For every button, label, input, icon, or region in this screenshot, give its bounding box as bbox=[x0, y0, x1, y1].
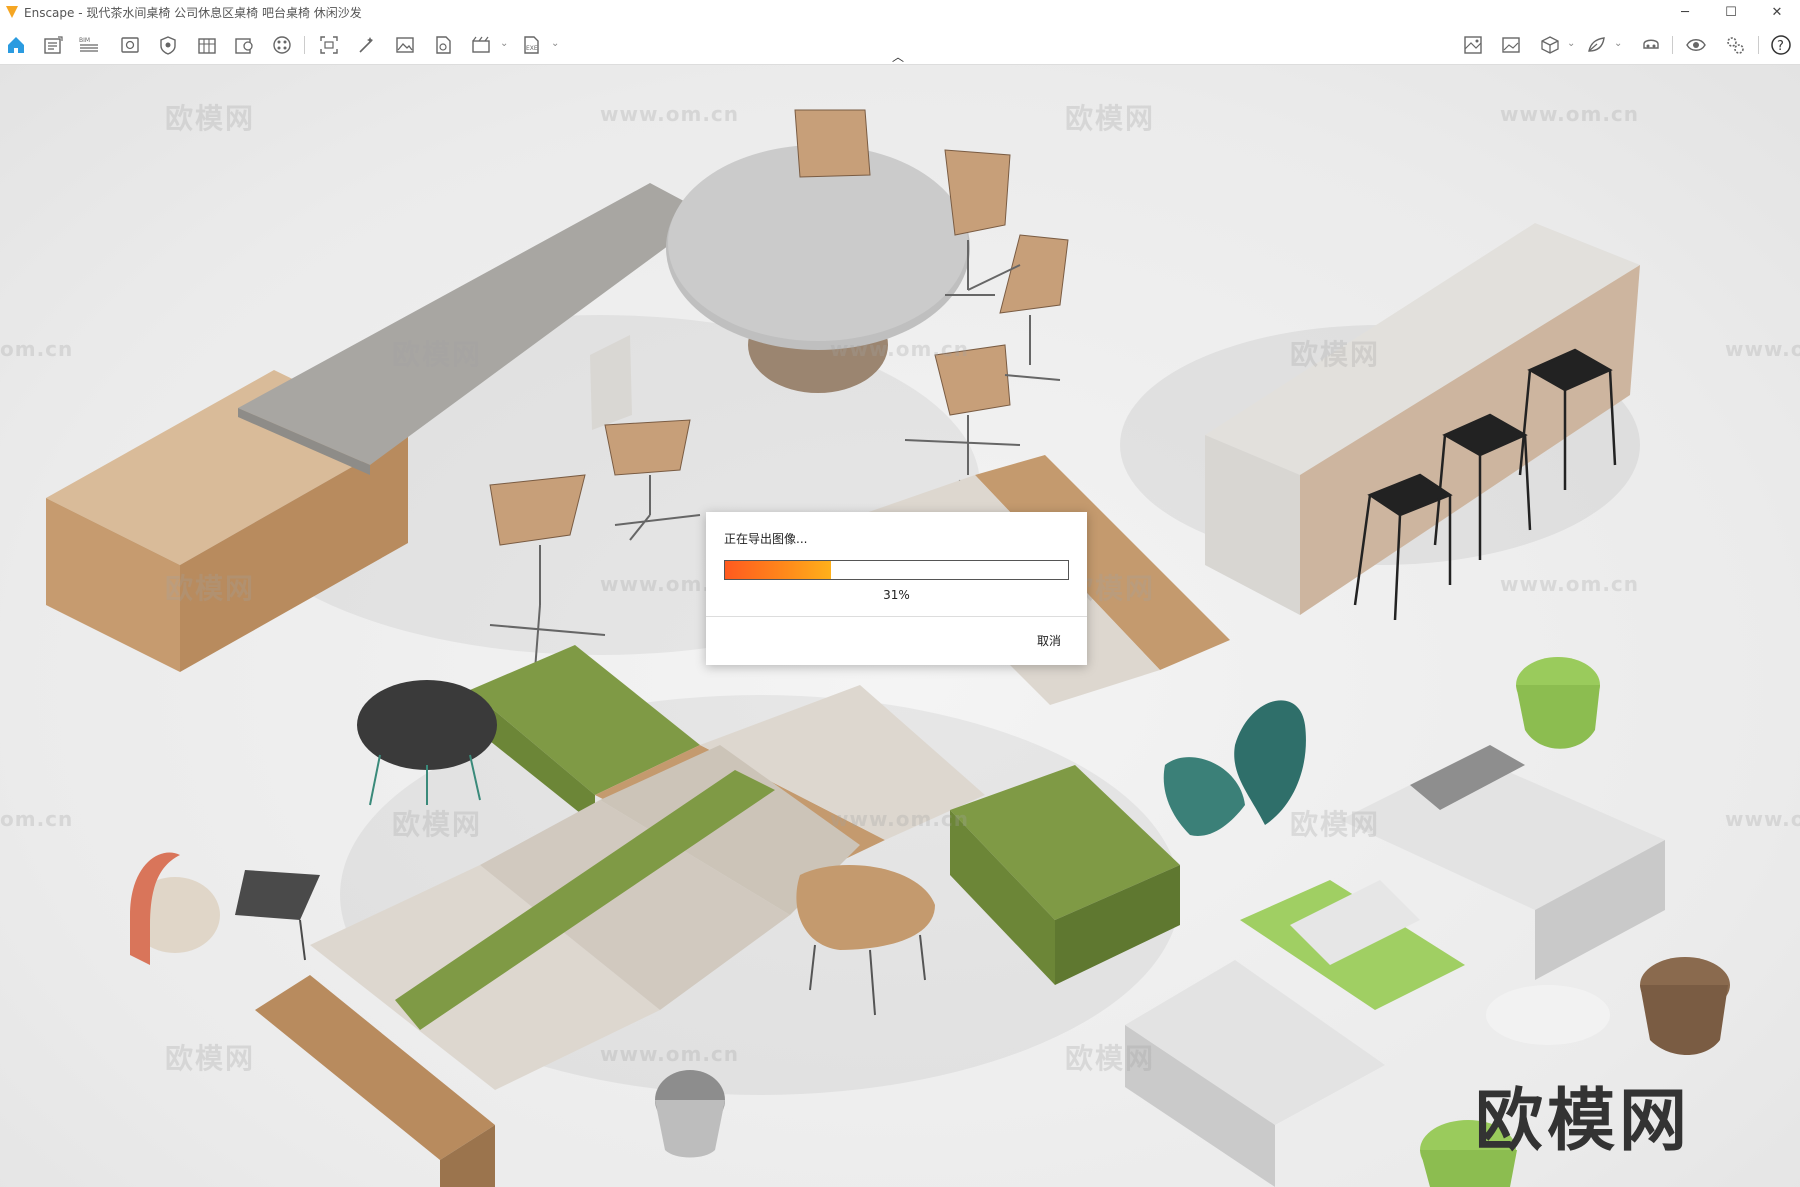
watermark-brand: 欧模网 bbox=[1065, 102, 1156, 135]
svg-text:BIM: BIM bbox=[79, 37, 90, 44]
atmosphere-icon[interactable] bbox=[1462, 34, 1484, 56]
big-watermark-brand: 欧模网 bbox=[1475, 1082, 1692, 1161]
site-context-icon[interactable] bbox=[233, 34, 255, 56]
cancel-button[interactable]: 取消 bbox=[1037, 632, 1061, 649]
toolbar-separator-help bbox=[1758, 36, 1759, 54]
video-editor-dropdown-caret[interactable]: ⌄ bbox=[500, 38, 508, 49]
vr-dropdown-caret[interactable]: ⌄ bbox=[1614, 38, 1622, 49]
cube-icon[interactable] bbox=[1539, 34, 1561, 56]
watermark-url: om.cn bbox=[0, 337, 74, 361]
enscape-logo-icon bbox=[6, 6, 18, 18]
watermark-url: om.cn bbox=[0, 807, 74, 831]
export-dropdown-caret[interactable]: ⌄ bbox=[551, 38, 559, 49]
visual-settings-icon[interactable] bbox=[119, 34, 141, 56]
watermark-url: www.om.cn bbox=[830, 337, 970, 361]
minimize-button[interactable]: ─ bbox=[1662, 0, 1708, 24]
progress-percent: 31% bbox=[883, 588, 910, 602]
bim-icon[interactable]: BIM bbox=[78, 34, 100, 56]
watermark-brand: 欧模网 bbox=[1290, 808, 1381, 841]
vr-icon[interactable] bbox=[1585, 34, 1607, 56]
home-icon[interactable] bbox=[5, 34, 27, 56]
safe-frame-icon[interactable] bbox=[157, 34, 179, 56]
views-icon[interactable] bbox=[42, 34, 64, 56]
watermark-brand: 欧模网 bbox=[165, 1042, 256, 1075]
toolbar-separator-right bbox=[1672, 36, 1673, 54]
panorama-icon[interactable] bbox=[432, 34, 454, 56]
watermark-brand: 欧模网 bbox=[1065, 1042, 1156, 1075]
export-progress-bar bbox=[724, 560, 1069, 580]
watermark-url: www.om.cn bbox=[600, 1042, 740, 1066]
export-progress-dialog: 正在导出图像... 31% 取消 bbox=[706, 512, 1087, 665]
watermark-url: www.o bbox=[1725, 337, 1800, 361]
close-button[interactable]: ✕ bbox=[1754, 0, 1800, 24]
watermark-brand: 欧模网 bbox=[165, 102, 256, 135]
eye-icon[interactable] bbox=[1685, 34, 1707, 56]
dialog-divider bbox=[706, 616, 1087, 617]
watermark-url: www.om.cn bbox=[1500, 102, 1640, 126]
asset-library-icon[interactable] bbox=[196, 34, 218, 56]
window-title: Enscape - 现代茶水间桌椅 公司休息区桌椅 吧台桌椅 休闲沙发 bbox=[24, 5, 362, 20]
maximize-button[interactable]: ☐ bbox=[1708, 0, 1754, 24]
image-export-icon[interactable] bbox=[394, 34, 416, 56]
teal-lounge-chair bbox=[1163, 700, 1306, 836]
watermark-url: www.o bbox=[1725, 807, 1800, 831]
watermark-brand: 欧模网 bbox=[165, 572, 256, 605]
toolbar-collapse-caret-icon[interactable]: ︿ bbox=[892, 48, 904, 65]
window-controls: ─ ☐ ✕ bbox=[1662, 0, 1800, 24]
watermark-brand: 欧模网 bbox=[1290, 338, 1381, 371]
title-bar: Enscape - 现代茶水间桌椅 公司休息区桌椅 吧台桌椅 休闲沙发 ─ ☐ … bbox=[0, 0, 1800, 24]
watermark-url: www.om.cn bbox=[830, 807, 970, 831]
export-icon[interactable]: EXE bbox=[520, 34, 542, 56]
video-editor-icon[interactable] bbox=[470, 34, 492, 56]
svg-text:EXE: EXE bbox=[526, 45, 538, 52]
screenshot-icon[interactable] bbox=[318, 34, 340, 56]
help-icon[interactable]: ? bbox=[1770, 34, 1792, 56]
material-editor-icon[interactable] bbox=[271, 34, 293, 56]
image-settings-icon[interactable] bbox=[1500, 34, 1522, 56]
dialog-title: 正在导出图像... bbox=[724, 532, 808, 546]
toolbar-separator bbox=[304, 36, 305, 54]
cube-dropdown-caret[interactable]: ⌄ bbox=[1567, 38, 1575, 49]
watermark-url: www.om.cn bbox=[600, 102, 740, 126]
watermark-brand: 欧模网 bbox=[392, 338, 483, 371]
watermark-url: www.om.cn bbox=[1500, 572, 1640, 596]
vr-headset-icon[interactable] bbox=[1640, 34, 1662, 56]
export-progress-fill bbox=[725, 561, 832, 579]
svg-text:?: ? bbox=[1777, 39, 1784, 54]
watermark-brand: 欧模网 bbox=[392, 808, 483, 841]
settings-icon[interactable] bbox=[1724, 34, 1746, 56]
batch-render-icon[interactable] bbox=[356, 34, 378, 56]
